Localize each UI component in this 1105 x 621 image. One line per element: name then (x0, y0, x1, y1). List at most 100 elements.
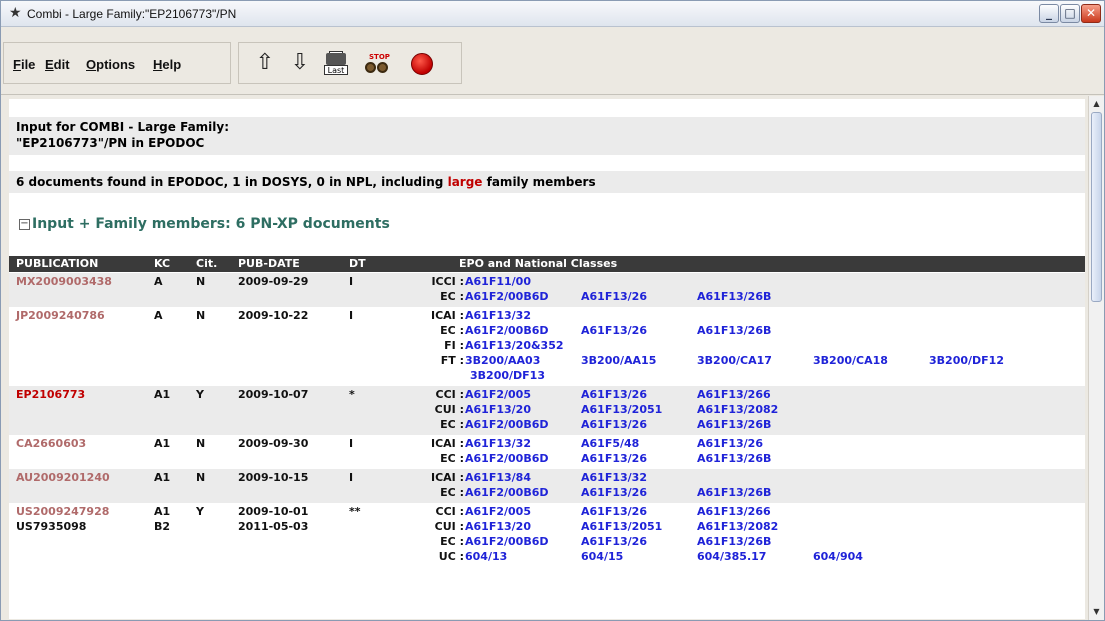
col-pubdate[interactable]: PUB-DATE (238, 257, 300, 270)
menu-file[interactable]: File (13, 57, 35, 72)
classification-link[interactable]: A61F13/20&352 (465, 338, 564, 354)
stop-tape-icon: STOP (364, 53, 390, 75)
classification-link[interactable]: A61F13/26B (697, 485, 771, 501)
maximize-icon: □ (1064, 6, 1076, 20)
classification-link[interactable]: A61F2/00B6D (465, 451, 548, 467)
pub-date: 2009-10-07 (238, 388, 309, 401)
class-scheme-label: ICCI : (431, 275, 464, 288)
classification-link[interactable]: A61F13/2082 (697, 519, 778, 535)
table-row: AU2009201240 A1 N 2009-10-15 I ICAI : A61F13/8… (9, 469, 1085, 503)
publication-link[interactable]: US2009247928 (16, 504, 109, 520)
col-dt[interactable]: DT (349, 257, 366, 270)
results-panel: Input for COMBI - Large Family: "EP21067… (9, 99, 1085, 619)
menu-options[interactable]: Options (86, 57, 135, 72)
family-section-header[interactable]: Input + Family members: 6 PN-XP document… (32, 216, 390, 232)
menu-edit[interactable]: Edit (45, 57, 70, 72)
found-suffix: family members (482, 175, 596, 189)
publication-link[interactable]: JP2009240786 (16, 308, 105, 324)
minimize-button[interactable]: _ (1039, 4, 1059, 23)
document-type: ** (349, 505, 361, 518)
publication-link[interactable]: US7935098 (16, 519, 86, 535)
classification-link[interactable]: 604/904 (813, 549, 863, 565)
maximize-button[interactable]: □ (1060, 4, 1080, 23)
close-icon: ✕ (1085, 6, 1097, 20)
classification-link[interactable]: A61F13/266 (697, 387, 771, 403)
classification-link[interactable]: A61F11/00 (465, 274, 531, 290)
publication-link[interactable]: AU2009201240 (16, 470, 110, 486)
classification-link[interactable]: 604/13 (465, 549, 507, 565)
classification-link[interactable]: A61F13/2051 (581, 519, 662, 535)
classification-link[interactable]: 3B200/AA15 (581, 353, 656, 369)
classification-link[interactable]: A61F13/26 (581, 323, 647, 339)
classification-link[interactable]: A61F13/26 (581, 534, 647, 550)
classification-link[interactable]: A61F13/26 (581, 485, 647, 501)
classification-link[interactable]: 604/15 (581, 549, 623, 565)
classification-link[interactable]: A61F13/2051 (581, 402, 662, 418)
previous-button[interactable]: ⇧ (249, 47, 281, 79)
classification-link[interactable]: A61F13/266 (697, 504, 771, 520)
pub-date: 2009-10-01 (238, 505, 309, 518)
classification-link[interactable]: A61F13/26B (697, 417, 771, 433)
col-kc[interactable]: KC (154, 257, 170, 270)
scroll-up-icon[interactable]: ▲ (1089, 96, 1104, 111)
classification-link[interactable]: A61F2/005 (465, 504, 531, 520)
stop-tape-button[interactable]: STOP (360, 47, 392, 79)
classification-link[interactable]: 3B200/DF13 (470, 368, 545, 384)
table-header: PUBLICATION KC Cit. PUB-DATE DT EPO and … (9, 256, 1085, 272)
classification-link[interactable]: A61F13/26 (581, 504, 647, 520)
publication-link[interactable]: MX2009003438 (16, 274, 112, 290)
vertical-scrollbar[interactable]: ▲ ▼ (1088, 96, 1104, 620)
classification-link[interactable]: A61F5/48 (581, 436, 639, 452)
scroll-thumb[interactable] (1091, 112, 1102, 302)
found-summary: 6 documents found in EPODOC, 1 in DOSYS,… (9, 171, 1085, 193)
classification-link[interactable]: A61F2/00B6D (465, 534, 548, 550)
classification-link[interactable]: A61F13/26B (697, 323, 771, 339)
toolbar: File Edit Options Help ⇧ ⇩ Last STOP (1, 28, 1104, 95)
stop-button[interactable] (405, 47, 437, 79)
classification-link[interactable]: A61F13/26 (581, 387, 647, 403)
classification-link[interactable]: A61F13/32 (581, 470, 647, 486)
classification-link[interactable]: 3B200/CA17 (697, 353, 772, 369)
classification-link[interactable]: A61F13/26B (697, 289, 771, 305)
classification-link[interactable]: A61F2/00B6D (465, 417, 548, 433)
classification-link[interactable]: A61F13/20 (465, 402, 531, 418)
print-last-button[interactable]: Last (319, 47, 351, 79)
classification-link[interactable]: 3B200/AA03 (465, 353, 540, 369)
classification-link[interactable]: A61F2/00B6D (465, 323, 548, 339)
publication-link[interactable]: EP2106773 (16, 387, 85, 403)
classification-link[interactable]: 3B200/DF12 (929, 353, 1004, 369)
document-type: I (349, 437, 354, 450)
menu-help[interactable]: Help (153, 57, 181, 72)
classification-link[interactable]: A61F13/20 (465, 519, 531, 535)
col-publication[interactable]: PUBLICATION (16, 257, 98, 270)
col-cit[interactable]: Cit. (196, 257, 217, 270)
combi-window: ★ Combi - Large Family:"EP2106773"/PN _ … (0, 0, 1105, 621)
classification-link[interactable]: A61F13/26B (697, 534, 771, 550)
classification-link[interactable]: A61F13/26 (581, 289, 647, 305)
class-scheme-label: FI : (444, 339, 464, 352)
collapse-toggle[interactable]: − (19, 219, 30, 230)
class-scheme-label: EC : (440, 290, 464, 303)
scroll-down-icon[interactable]: ▼ (1089, 604, 1104, 619)
classification-link[interactable]: A61F13/84 (465, 470, 531, 486)
classification-link[interactable]: A61F2/00B6D (465, 289, 548, 305)
classification-link[interactable]: A61F13/26 (697, 436, 763, 452)
classification-link[interactable]: A61F13/26 (581, 417, 647, 433)
classification-link[interactable]: A61F13/26 (581, 451, 647, 467)
classification-link[interactable]: A61F2/00B6D (465, 485, 548, 501)
close-button[interactable]: ✕ (1081, 4, 1101, 23)
classification-link[interactable]: A61F13/26B (697, 451, 771, 467)
classification-link[interactable]: A61F2/005 (465, 387, 531, 403)
minimize-icon: _ (1046, 6, 1052, 20)
next-button[interactable]: ⇩ (284, 47, 316, 79)
classification-link[interactable]: A61F13/2082 (697, 402, 778, 418)
publication-link[interactable]: CA2660603 (16, 436, 86, 452)
classification-link[interactable]: A61F13/32 (465, 308, 531, 324)
classification-link[interactable]: A61F13/32 (465, 436, 531, 452)
classification-link[interactable]: 604/385.17 (697, 549, 766, 565)
class-scheme-label: EC : (440, 486, 464, 499)
classification-link[interactable]: 3B200/CA18 (813, 353, 888, 369)
class-scheme-label: CCI : (435, 505, 464, 518)
col-classes[interactable]: EPO and National Classes (459, 257, 617, 270)
reel-icon (377, 62, 388, 73)
